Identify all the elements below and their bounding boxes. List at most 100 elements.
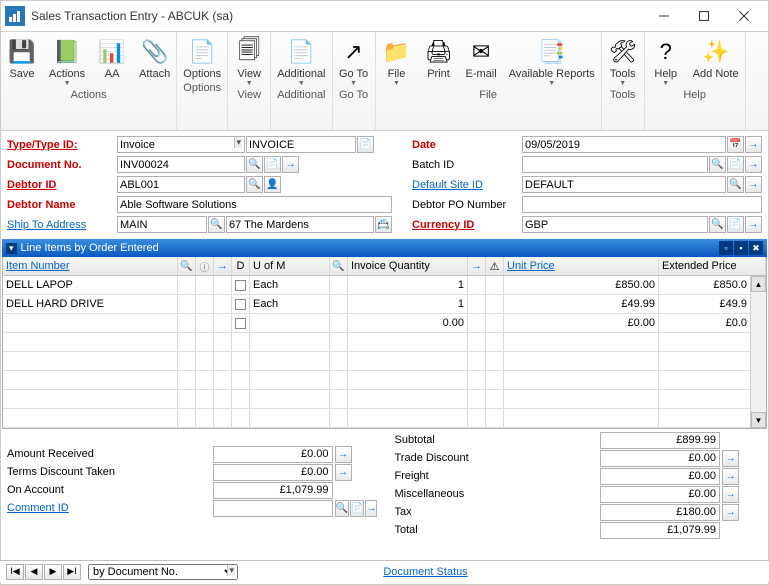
cell-uom[interactable]: Each <box>250 276 330 294</box>
trade-value[interactable]: £0.00 <box>600 450 720 467</box>
type-note-icon[interactable]: 📄 <box>357 136 374 153</box>
freight-expand-icon[interactable]: → <box>722 468 739 485</box>
actions-button[interactable]: 📗Actions▼ <box>43 34 91 87</box>
cell-qty[interactable] <box>348 352 468 370</box>
docno-lookup-icon[interactable]: 🔍 <box>246 156 263 173</box>
batch-note-icon[interactable]: 📄 <box>727 156 744 173</box>
misc-value[interactable]: £0.00 <box>600 486 720 503</box>
cell-item[interactable] <box>3 371 178 389</box>
cell-d[interactable] <box>232 276 250 294</box>
batch-expand-icon[interactable]: → <box>745 156 762 173</box>
cell-qty[interactable]: 1 <box>348 295 468 313</box>
curr-input[interactable] <box>522 216 708 233</box>
cell-item[interactable] <box>3 333 178 351</box>
grid-delete-icon[interactable]: ✖ <box>749 241 763 255</box>
file-button[interactable]: 📁File▼ <box>376 34 418 87</box>
head-qty-arrow-icon[interactable]: → <box>471 260 482 272</box>
date-expand-icon[interactable]: → <box>745 136 762 153</box>
cell-item[interactable] <box>3 390 178 408</box>
docno-expand-icon[interactable]: → <box>282 156 299 173</box>
table-row[interactable] <box>3 371 766 390</box>
comment-label[interactable]: Comment ID <box>7 502 213 514</box>
comment-lookup-icon[interactable]: 🔍 <box>335 500 349 517</box>
terms-value[interactable]: £0.00 <box>213 464 333 481</box>
prev-record-button[interactable]: ◀ <box>25 564 43 580</box>
site-label[interactable]: Default Site ID <box>412 179 522 191</box>
cell-uom[interactable] <box>250 352 330 370</box>
first-record-button[interactable]: I◀ <box>6 564 24 580</box>
received-value[interactable]: £0.00 <box>213 446 333 463</box>
table-row[interactable] <box>3 352 766 371</box>
table-row[interactable] <box>3 390 766 409</box>
cell-item[interactable]: DELL LAPOP <box>3 276 178 294</box>
aa-button[interactable]: 📊AA <box>91 34 133 87</box>
email-button[interactable]: ✉E-mail <box>460 34 503 87</box>
batch-input[interactable] <box>522 156 708 173</box>
cell-qty[interactable] <box>348 333 468 351</box>
cell-item[interactable]: DELL HARD DRIVE <box>3 295 178 313</box>
options-button[interactable]: 📄Options <box>177 34 227 80</box>
cell-qty[interactable] <box>348 409 468 427</box>
cell-price[interactable] <box>504 409 659 427</box>
type-label[interactable]: Type/Type ID: <box>7 139 117 151</box>
trade-expand-icon[interactable]: → <box>722 450 739 467</box>
docno-note-icon[interactable]: 📄 <box>264 156 281 173</box>
head-item[interactable]: Item Number <box>6 260 70 272</box>
shipto-card-icon[interactable]: 📇 <box>375 216 392 233</box>
date-calendar-icon[interactable]: 📅 <box>727 136 744 153</box>
last-record-button[interactable]: ▶I <box>63 564 81 580</box>
docno-input[interactable] <box>117 156 245 173</box>
scroll-down-icon[interactable]: ▼ <box>751 412 766 428</box>
date-input[interactable] <box>522 136 726 153</box>
shipto-addr-input[interactable] <box>226 216 374 233</box>
table-row[interactable] <box>3 409 766 428</box>
cell-uom[interactable] <box>250 409 330 427</box>
cell-price[interactable]: £49.99 <box>504 295 659 313</box>
cell-price[interactable] <box>504 352 659 370</box>
freight-value[interactable]: £0.00 <box>600 468 720 485</box>
minimize-button[interactable] <box>644 2 684 30</box>
cell-d[interactable] <box>232 352 250 370</box>
type-code-input[interactable] <box>246 136 356 153</box>
cell-item[interactable] <box>3 314 178 332</box>
cell-d[interactable] <box>232 333 250 351</box>
tax-value[interactable]: £180.00 <box>600 504 720 521</box>
attach-button[interactable]: 📎Attach <box>133 34 176 87</box>
cell-price[interactable] <box>504 390 659 408</box>
head-price[interactable]: Unit Price <box>507 260 555 272</box>
site-lookup-icon[interactable]: 🔍 <box>727 176 744 193</box>
head-info-icon[interactable]: ⓘ <box>200 259 210 274</box>
save-button[interactable]: 💾Save <box>1 34 43 87</box>
grid-collapse-icon[interactable]: ▪ <box>734 241 748 255</box>
misc-expand-icon[interactable]: → <box>722 486 739 503</box>
debtorid-lookup-icon[interactable]: 🔍 <box>246 176 263 193</box>
cell-price[interactable] <box>504 371 659 389</box>
cell-qty[interactable] <box>348 371 468 389</box>
comment-value[interactable] <box>213 500 333 517</box>
cell-uom[interactable] <box>250 371 330 389</box>
batch-lookup-icon[interactable]: 🔍 <box>709 156 726 173</box>
head-uom-lookup-icon[interactable]: 🔍 <box>332 261 344 272</box>
shipto-lookup-icon[interactable]: 🔍 <box>208 216 225 233</box>
head-lookup-icon[interactable]: 🔍 <box>180 261 192 272</box>
grid-scrollbar[interactable]: ▲ ▼ <box>750 276 766 428</box>
site-expand-icon[interactable]: → <box>745 176 762 193</box>
cell-uom[interactable] <box>250 333 330 351</box>
cell-item[interactable] <box>3 352 178 370</box>
view-button[interactable]: 🗐View▼ <box>228 34 270 87</box>
type-select[interactable]: Invoice <box>117 136 245 153</box>
comment-note-icon[interactable]: 📄 <box>350 500 364 517</box>
cell-d[interactable] <box>232 295 250 313</box>
shipto-label[interactable]: Ship To Address <box>7 219 117 231</box>
tax-expand-icon[interactable]: → <box>722 504 739 521</box>
additional-button[interactable]: 📄Additional▼ <box>271 34 331 87</box>
table-row[interactable]: DELL HARD DRIVEEach1£49.99£49.9 <box>3 295 766 314</box>
sort-select[interactable]: by Document No. <box>88 564 238 580</box>
cell-qty[interactable]: 1 <box>348 276 468 294</box>
received-expand-icon[interactable]: → <box>335 446 352 463</box>
table-row[interactable]: DELL LAPOPEach1£850.00£850.0 <box>3 276 766 295</box>
comment-expand-icon[interactable]: → <box>365 500 377 517</box>
head-arrow-icon[interactable]: → <box>217 260 228 272</box>
cell-qty[interactable] <box>348 390 468 408</box>
terms-expand-icon[interactable]: → <box>335 464 352 481</box>
